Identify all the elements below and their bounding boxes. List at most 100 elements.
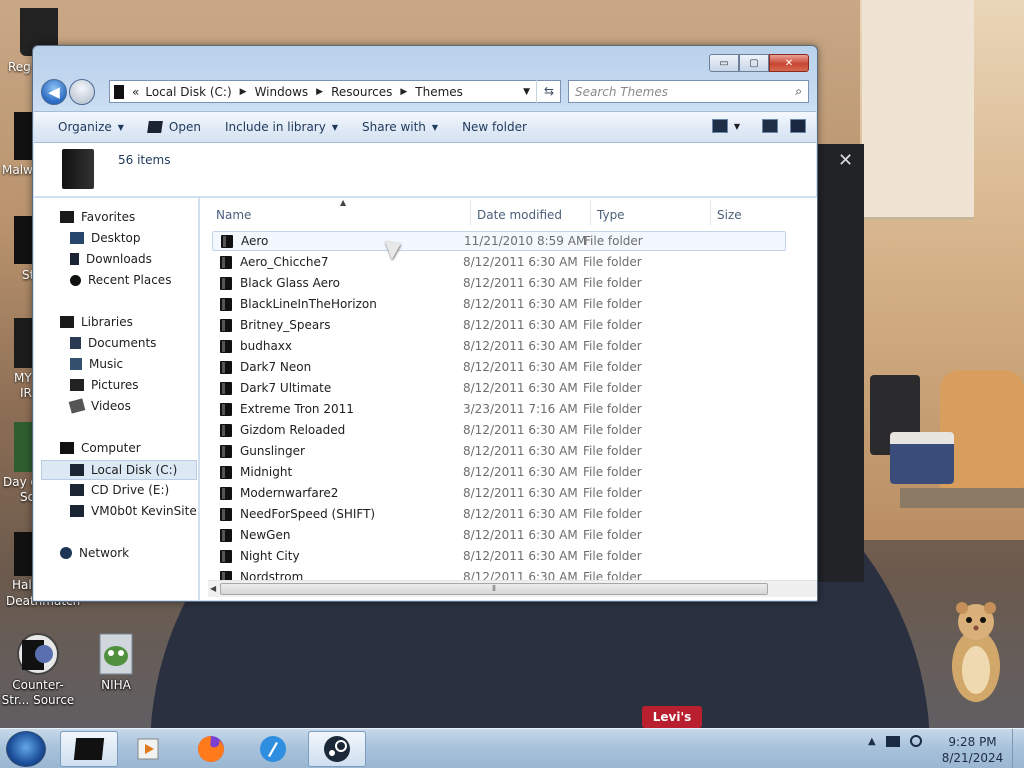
network-status-icon[interactable] — [909, 735, 922, 747]
nav-vm-share[interactable]: VM0b0t KevinSite — [70, 504, 197, 518]
refresh-icon[interactable]: ⇆ — [536, 80, 561, 103]
desktop-icon-niha[interactable]: NIHA — [78, 632, 154, 693]
file-row[interactable]: Aero 11/21/2010 8:59 AM File folder — [212, 231, 786, 251]
folder-icon — [220, 465, 232, 479]
desktop-icon-counter-strike[interactable]: Counter-Str... Source — [0, 632, 76, 708]
nav-label: Local Disk (C:) — [91, 463, 178, 477]
file-row[interactable]: Gizdom Reloaded 8/12/2011 6:30 AM File fol… — [212, 420, 786, 440]
address-dropdown-icon[interactable]: ▼ — [523, 87, 530, 97]
column-header-type[interactable]: Type — [597, 208, 625, 226]
forward-button[interactable] — [69, 79, 95, 105]
breadcrumb-local-disk[interactable]: Local Disk (C:) — [145, 85, 231, 99]
nav-network[interactable]: Network — [60, 546, 129, 560]
nav-computer[interactable]: Computer — [60, 441, 141, 455]
horizontal-scroll-thumb[interactable]: ⦀ — [220, 583, 768, 595]
file-name: Night City — [240, 549, 300, 563]
file-row[interactable]: Modernwarfare2 8/12/2011 6:30 AM File fold… — [212, 483, 786, 503]
show-hidden-icons-icon[interactable]: ▲ — [868, 736, 876, 747]
preview-pane-icon[interactable] — [762, 119, 778, 133]
file-row[interactable]: BlackLineInTheHorizon 8/12/2011 6:30 AM Fi… — [212, 294, 786, 314]
file-row[interactable]: Gunslinger 8/12/2011 6:30 AM File folder — [212, 441, 786, 461]
nav-desktop[interactable]: Desktop — [70, 231, 141, 245]
scroll-left-icon[interactable]: ◀ — [210, 584, 216, 593]
back-button[interactable]: ◀ — [41, 79, 67, 105]
desktop-icon-label[interactable]: MY — [14, 371, 32, 385]
desktop-icon-label[interactable]: Reg — [8, 60, 31, 74]
taskbar-explorer[interactable] — [60, 731, 118, 767]
nav-documents[interactable]: Documents — [70, 336, 156, 350]
share-with-button[interactable]: Share with ▼ — [350, 120, 450, 134]
breadcrumb-arrow-icon[interactable]: ▶ — [240, 87, 247, 97]
change-view-icon[interactable] — [711, 119, 728, 133]
column-header-name[interactable]: Name — [216, 208, 251, 226]
background-counter — [900, 488, 1024, 508]
file-row[interactable]: budhaxx 8/12/2011 6:30 AM File folder — [212, 336, 786, 356]
taskbar-clock[interactable]: 9:28 PM 8/21/2024 — [935, 734, 1010, 766]
file-name: Extreme Tron 2011 — [240, 402, 354, 416]
help-icon[interactable] — [790, 119, 806, 133]
taskbar-app[interactable] — [244, 731, 302, 767]
file-date: 8/12/2011 6:30 AM — [463, 276, 578, 290]
taskbar-media-player[interactable] — [120, 731, 178, 767]
include-in-library-button[interactable]: Include in library ▼ — [213, 120, 350, 134]
new-folder-button[interactable]: New folder — [450, 120, 539, 134]
breadcrumb-windows[interactable]: Windows — [255, 85, 309, 99]
nav-cd-drive[interactable]: CD Drive (E:) — [70, 483, 169, 497]
file-row[interactable]: NewGen 8/12/2011 6:30 AM File folder — [212, 525, 786, 545]
breadcrumb-arrow-icon[interactable]: ▶ — [400, 87, 407, 97]
search-input[interactable]: Search Themes ⌕ — [568, 80, 809, 103]
nav-recent-places[interactable]: Recent Places — [70, 273, 171, 287]
file-row[interactable]: Dark7 Neon 8/12/2011 6:30 AM File folder — [212, 357, 786, 377]
nav-libraries[interactable]: Libraries — [60, 315, 133, 329]
column-divider[interactable] — [710, 200, 711, 226]
open-button[interactable]: Open — [136, 120, 213, 134]
search-placeholder: Search Themes — [575, 85, 668, 99]
organize-button[interactable]: Organize ▼ — [34, 120, 136, 134]
action-center-icon[interactable] — [885, 735, 900, 747]
column-header-date[interactable]: Date modified — [477, 208, 562, 226]
column-divider[interactable] — [590, 200, 591, 226]
nav-favorites[interactable]: Favorites — [60, 210, 135, 224]
desktop-icon-label[interactable]: IR — [20, 386, 32, 400]
search-icon[interactable]: ⌕ — [795, 84, 802, 99]
show-desktop-button[interactable] — [1012, 729, 1024, 768]
desktop-icon-label[interactable]: Malw — [2, 163, 33, 177]
breadcrumb-overflow[interactable]: « — [132, 85, 139, 99]
breadcrumb-arrow-icon[interactable]: ▶ — [316, 87, 323, 97]
file-date: 8/12/2011 6:30 AM — [463, 381, 578, 395]
breadcrumb-resources[interactable]: Resources — [331, 85, 392, 99]
minimize-button[interactable]: ▭ — [709, 54, 739, 72]
file-row[interactable]: Black Glass Aero 8/12/2011 6:30 AM File fo… — [212, 273, 786, 293]
file-row[interactable]: Extreme Tron 2011 3/23/2011 7:16 AM File f… — [212, 399, 786, 419]
file-type: File folder — [583, 486, 642, 500]
chevron-down-icon[interactable]: ▼ — [734, 122, 740, 131]
file-row[interactable]: Dark7 Ultimate 8/12/2011 6:30 AM File fold… — [212, 378, 786, 398]
nav-downloads[interactable]: Downloads — [70, 252, 152, 266]
file-row[interactable]: Aero_Chicche7 8/12/2011 6:30 AM File folde… — [212, 252, 786, 272]
file-name: NewGen — [240, 528, 291, 542]
close-button[interactable]: ✕ — [769, 54, 809, 72]
drive-icon — [114, 84, 124, 99]
column-header-size[interactable]: Size — [717, 208, 742, 226]
taskbar-steam[interactable] — [308, 731, 366, 767]
breadcrumb-themes[interactable]: Themes — [415, 85, 463, 99]
nav-pictures[interactable]: Pictures — [70, 378, 139, 392]
app-icon — [260, 736, 286, 762]
file-row[interactable]: Britney_Spears 8/12/2011 6:30 AM File fold… — [212, 315, 786, 335]
nav-music[interactable]: Music — [70, 357, 123, 371]
horizontal-scrollbar[interactable]: ◀ ⦀ ▶ — [208, 580, 817, 597]
file-row[interactable]: NeedForSpeed (SHIFT) 8/12/2011 6:30 AM Fil… — [212, 504, 786, 524]
overlay-close-button[interactable]: ✕ — [838, 150, 853, 171]
nav-videos[interactable]: Videos — [68, 398, 131, 414]
file-date: 8/12/2011 6:30 AM — [463, 255, 578, 269]
address-bar[interactable]: « Local Disk (C:) ▶ Windows ▶ Resources … — [109, 80, 561, 103]
start-button[interactable] — [6, 731, 46, 767]
chevron-down-icon: ▼ — [431, 122, 439, 132]
nav-local-disk[interactable]: Local Disk (C:) — [41, 460, 197, 480]
file-row[interactable]: Night City 8/12/2011 6:30 AM File folder — [212, 546, 786, 566]
column-divider[interactable] — [470, 200, 471, 226]
maximize-button[interactable]: ▢ — [739, 54, 769, 72]
taskbar-firefox[interactable] — [182, 731, 240, 767]
folder-icon — [220, 486, 232, 500]
file-row[interactable]: Midnight 8/12/2011 6:30 AM File folder — [212, 462, 786, 482]
